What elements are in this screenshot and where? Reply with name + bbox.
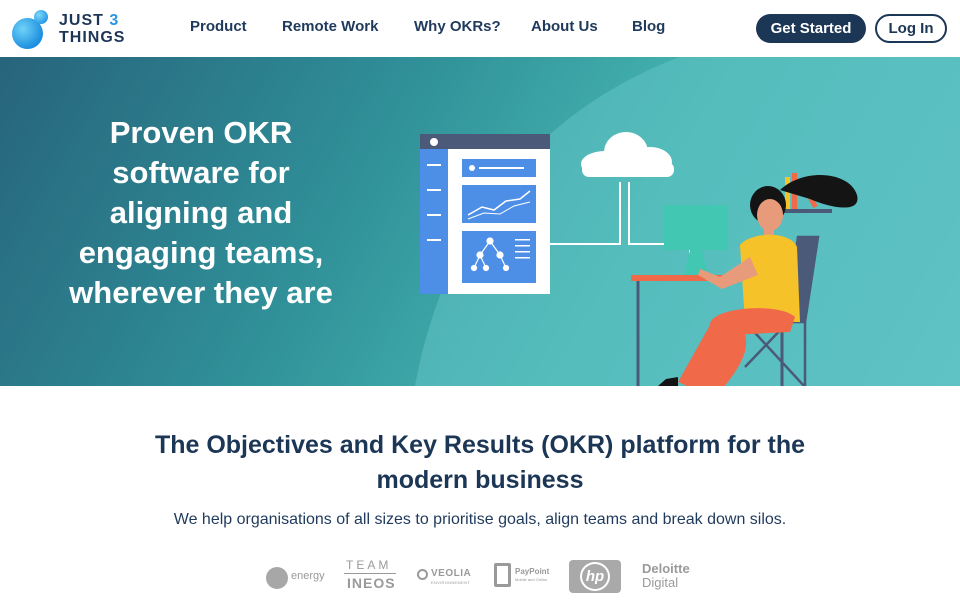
paypoint-logo-sub: Mobile and Online: [515, 577, 548, 582]
logo-wordmark: JUST 3 THINGS: [59, 12, 125, 46]
intro-subline: We help organisations of all sizes to pr…: [173, 511, 787, 528]
logo-number: 3: [109, 12, 120, 29]
nav-link-why-okrs[interactable]: Why OKRs?: [414, 18, 501, 35]
veolia-logo: VEOLIA: [431, 568, 472, 579]
ovo-logo-icon: [266, 567, 288, 589]
hero-title: Proven OKR software for aligning and eng…: [40, 113, 362, 313]
team-ineos-logo-bottom: INEOS: [347, 575, 396, 591]
deloitte-digital-logo-top: Deloitte: [642, 561, 690, 576]
dashboard-panel: [420, 134, 550, 294]
top-navigation: JUST 3 THINGS Product Remote Work Why OK…: [0, 0, 960, 57]
intro-headline-line: modern business: [376, 466, 584, 494]
veolia-logo-sub: ENVIRONNEMENT: [431, 580, 471, 585]
nav-link-blog[interactable]: Blog: [632, 18, 665, 35]
deloitte-digital-logo-bottom: Digital: [642, 575, 679, 590]
logo-word-things: THINGS: [59, 29, 126, 46]
just3things-logo[interactable]: JUST 3 THINGS: [12, 9, 132, 49]
hero-title-line: Proven OKR: [109, 115, 293, 150]
ovo-energy-logo: energy: [291, 570, 325, 582]
cloud-icon: [581, 132, 674, 177]
hp-logo: hp: [569, 560, 621, 593]
logo-mark-small-icon: [34, 10, 48, 24]
hero-title-line: wherever they are: [69, 275, 333, 310]
team-ineos-divider: [344, 573, 396, 574]
nav-link-remote-work[interactable]: Remote Work: [282, 18, 378, 35]
log-in-button[interactable]: Log In: [875, 14, 947, 43]
intro-headline: The Objectives and Key Results (OKR) pla…: [130, 428, 830, 498]
hero-title-line: aligning and: [109, 195, 293, 230]
hp-logo-mark: hp: [580, 562, 610, 591]
monitor-icon: [664, 205, 728, 275]
hero-title-line: engaging teams,: [78, 235, 324, 270]
team-ineos-logo-top: TEAM: [346, 558, 392, 572]
hero-illustration: [420, 132, 858, 386]
paypoint-logo-icon: [494, 563, 511, 587]
veolia-logo-icon: [417, 569, 428, 580]
nav-link-about-us[interactable]: About Us: [531, 18, 598, 35]
intro-headline-line: The Objectives and Key Results (OKR) pla…: [154, 431, 806, 459]
client-logos: energy TEAM INEOS VEOLIA ENVIRONNEMENT P…: [0, 555, 960, 595]
nav-link-product[interactable]: Product: [190, 18, 247, 35]
get-started-button[interactable]: Get Started: [756, 14, 866, 43]
paypoint-logo: PayPoint: [515, 567, 550, 576]
hero-title-line: software for: [112, 155, 290, 190]
hero-banner: Proven OKR software for aligning and eng…: [0, 57, 960, 386]
logo-word-just: JUST: [59, 12, 104, 29]
